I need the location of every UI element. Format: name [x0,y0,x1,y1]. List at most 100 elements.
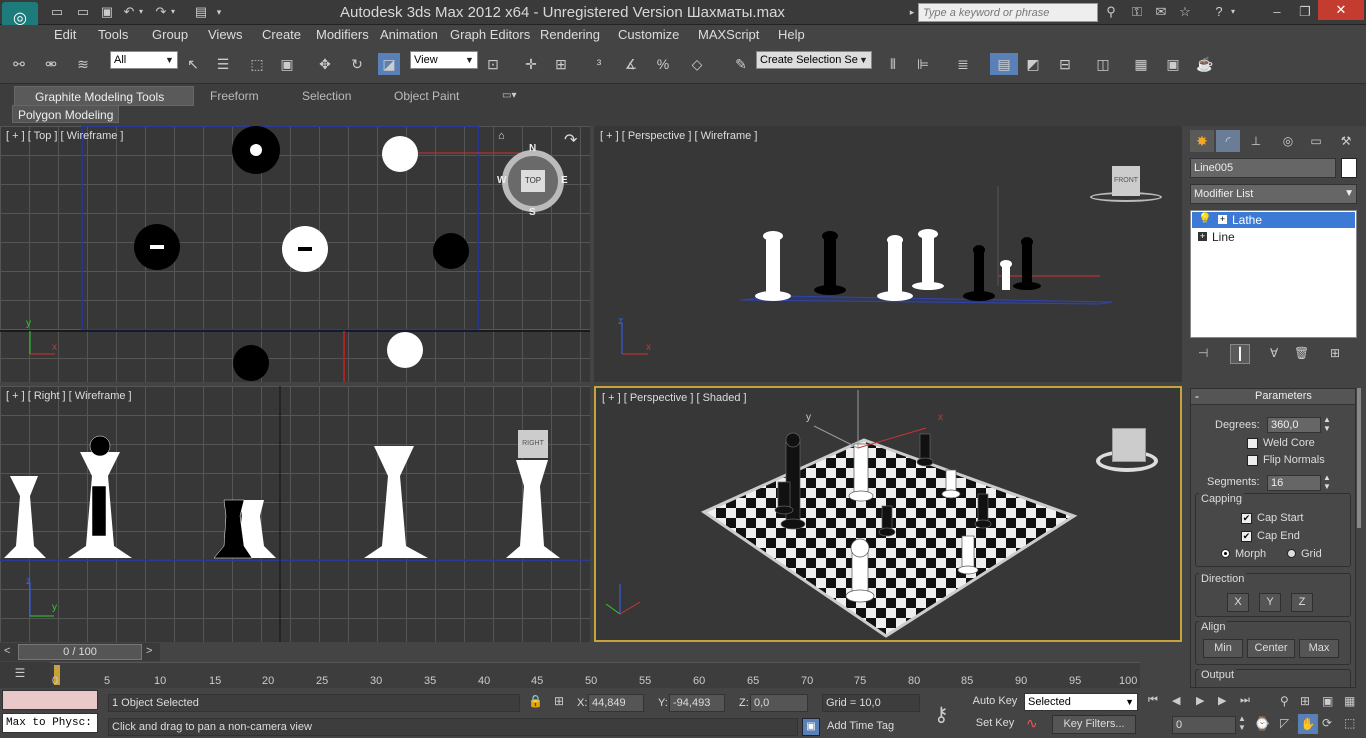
field-of-view-icon[interactable]: ◸ [1280,716,1289,730]
viewport-right-label[interactable]: [ + ] [ Right ] [ Wireframe ] [6,390,132,402]
zoom-extents-icon[interactable]: ▣ [1322,694,1333,708]
undo-dropdown-icon[interactable]: ▾ [136,4,146,20]
go-to-end-icon[interactable]: ⏭ [1240,694,1250,707]
next-frame-icon[interactable]: ▶ [1218,694,1226,707]
time-slider-next-icon[interactable]: > [146,645,152,657]
percent-snap-icon[interactable]: % [652,53,674,75]
unlink-icon[interactable]: ⚮ [40,53,62,75]
parameters-rollout-header[interactable]: - Parameters [1191,389,1355,405]
viewport-top-label[interactable]: [ + ] [ Top ] [ Wireframe ] [6,130,123,142]
create-tab-icon[interactable]: ✸ [1190,130,1214,152]
zoom-extents-all-icon[interactable]: ▦ [1344,694,1355,708]
layer-manager-icon[interactable]: ≣ [952,53,974,75]
x-coord-input[interactable]: 44,849 [588,694,644,712]
frame-spinner-icon[interactable]: ▲ ▼ [1238,714,1246,732]
help-icon[interactable]: ? [1210,4,1228,20]
go-to-start-icon[interactable]: ⏮ [1148,694,1158,707]
set-key-button[interactable]: Set Key [970,715,1020,734]
redo-dropdown-icon[interactable]: ▾ [168,4,178,20]
menu-modifiers[interactable]: Modifiers [316,27,369,42]
viewport-perspective-wireframe-label[interactable]: [ + ] [ Perspective ] [ Wireframe ] [600,130,757,142]
pivot-center-icon[interactable]: ⊡ [482,53,504,75]
tab-selection[interactable]: Selection [302,86,351,106]
motion-tab-icon[interactable]: ◎ [1276,130,1300,152]
rectangular-selection-icon[interactable]: ⬚ [246,53,268,75]
keyboard-shortcut-icon[interactable]: ⊞ [550,53,572,75]
direction-y-button[interactable]: Y [1259,593,1281,612]
align-max-button[interactable]: Max [1299,639,1339,658]
time-configuration-icon[interactable]: ⌚ [1254,716,1270,732]
align-min-button[interactable]: Min [1203,639,1243,658]
absolute-mode-icon[interactable]: ⊞ [554,694,564,708]
quick-access-dropdown-icon[interactable]: ▾ [212,4,226,20]
viewport-perspective-shaded-label[interactable]: [ + ] [ Perspective ] [ Shaded ] [602,392,747,404]
mini-curve-editor-icon[interactable]: ☰ [10,666,30,684]
new-file-icon[interactable]: ▭ [48,4,66,20]
menu-customize[interactable]: Customize [618,27,679,42]
degrees-spinner-arrows[interactable]: ▲ ▼ [1323,415,1331,433]
select-by-name-icon[interactable]: ☰ [212,53,234,75]
stack-item-lathe[interactable]: 💡 + Lathe [1192,212,1355,228]
add-time-tag[interactable]: Add Time Tag [824,718,944,736]
orbit-icon[interactable]: ⟳ [1322,716,1332,730]
close-icon[interactable]: ✕ [1318,0,1364,20]
ribbon-options-icon[interactable]: ▭▾ [502,90,526,102]
material-editor-icon[interactable]: ◫ [1092,53,1114,75]
auto-key-button[interactable]: Auto Key [970,693,1020,712]
show-end-result-icon[interactable]: ┃ [1230,344,1250,364]
weld-core-checkbox[interactable] [1247,438,1258,449]
configure-modifier-sets-icon[interactable]: ⊞ [1330,346,1340,360]
maxscript-mini-listener[interactable]: Max to Physc: [2,713,98,733]
select-scale-icon[interactable]: ◪ [378,53,400,75]
pin-stack-icon[interactable]: ⊣ [1198,346,1208,360]
stack-item-line[interactable]: + Line [1192,229,1355,245]
viewcube-face-right[interactable]: RIGHT [518,430,548,458]
maxscript-listener-color[interactable] [2,690,98,710]
select-rotate-icon[interactable]: ↻ [346,53,368,75]
object-color-swatch[interactable] [1341,158,1357,178]
search-input[interactable]: Type a keyword or phrase [918,3,1098,22]
viewport-perspective-shaded[interactable]: y x [ + ] [ Perspective ] [ Shaded ] [594,386,1182,642]
open-file-icon[interactable]: ▭ [74,4,92,20]
favorites-star-icon[interactable]: ☆ [1176,4,1194,20]
render-production-icon[interactable]: ☕ [1194,53,1216,75]
project-folder-icon[interactable]: ▤ [192,4,210,20]
select-object-icon[interactable]: ↖ [182,53,204,75]
object-name-input[interactable]: Line005 [1190,158,1336,178]
edit-named-selection-icon[interactable]: ✎ [730,53,752,75]
time-slider[interactable]: < 0 / 100 > [0,643,160,661]
y-coord-input[interactable]: -94,493 [669,694,725,712]
segments-spinner[interactable]: 16 [1267,475,1321,491]
viewport-top[interactable]: y x [ + ] [ Top ] [ Wireframe ] ⌂ ↷ TOP … [0,126,590,382]
utilities-tab-icon[interactable]: ⚒ [1334,130,1358,152]
segments-spinner-arrows[interactable]: ▲ ▼ [1323,473,1331,491]
ribbon-panel-polygon-modeling[interactable]: Polygon Modeling [12,105,120,123]
zoom-icon[interactable]: ⚲ [1280,694,1289,708]
bind-space-warp-icon[interactable]: ≋ [72,53,94,75]
pan-view-icon[interactable]: ✋ [1298,714,1318,734]
viewport-perspective-wireframe[interactable]: z x [ + ] [ Perspective ] [ Wireframe ] … [594,126,1182,382]
graphite-toggle-icon[interactable]: ▤ [990,53,1018,75]
play-icon[interactable]: ▶ [1196,694,1204,707]
tab-freeform[interactable]: Freeform [210,86,259,106]
morph-radio[interactable] [1221,549,1230,558]
viewcube-face-front[interactable]: FRONT [1112,166,1140,196]
command-panel-scrollbar[interactable] [1357,388,1361,528]
viewcube-face-top[interactable]: TOP [521,170,545,192]
spinner-snap-icon[interactable]: ◇ [686,53,708,75]
viewport-right[interactable]: z y [ + ] [ Right ] [ Wireframe ] RIGHT [0,386,590,642]
schematic-view-icon[interactable]: ⊟ [1054,53,1076,75]
menu-create[interactable]: Create [262,27,301,42]
menu-maxscript[interactable]: MAXScript [698,27,759,42]
menu-animation[interactable]: Animation [380,27,438,42]
display-tab-icon[interactable]: ▭ [1304,130,1328,152]
viewcube-home-icon[interactable]: ⌂ [498,130,505,142]
tab-object-paint[interactable]: Object Paint [394,86,459,106]
degrees-spinner[interactable]: 360,0 [1267,417,1321,433]
menu-views[interactable]: Views [208,27,242,42]
set-key-curve-icon[interactable]: ∿ [1026,715,1048,735]
minimize-icon[interactable]: – [1268,4,1286,20]
add-time-tag-icon[interactable]: ▣ [802,718,820,736]
zoom-all-icon[interactable]: ⊞ [1300,694,1310,708]
viewcube-rotate-icon[interactable]: ↷ [564,130,577,150]
